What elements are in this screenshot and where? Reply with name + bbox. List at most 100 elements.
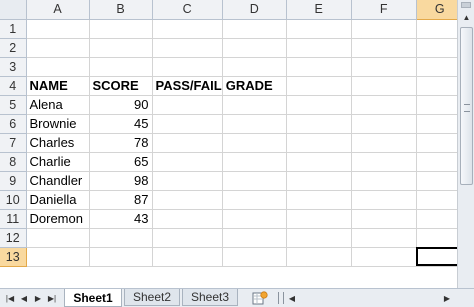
cell-e6[interactable] (286, 114, 352, 134)
pass-fail-cell[interactable] (152, 171, 223, 191)
row-header-7[interactable]: 7 (0, 133, 27, 153)
scroll-left-icon[interactable]: ◀ (286, 291, 298, 305)
cell-f8[interactable] (351, 152, 417, 172)
pass-fail-cell[interactable] (152, 209, 223, 229)
vertical-scrollbar[interactable]: ▲ (457, 0, 474, 288)
row-header-8[interactable]: 8 (0, 152, 27, 172)
grade-cell[interactable] (222, 190, 287, 210)
tab-sheet2[interactable]: Sheet2 (124, 289, 180, 306)
first-sheet-icon[interactable]: |◀ (4, 291, 16, 305)
cell-a1[interactable] (26, 19, 90, 39)
cell-f10[interactable] (351, 190, 417, 210)
cell-d1[interactable] (222, 19, 287, 39)
cell-b12[interactable] (89, 228, 153, 248)
cell-f11[interactable] (351, 209, 417, 229)
grade-cell[interactable] (222, 133, 287, 153)
cell-b1[interactable] (89, 19, 153, 39)
pass-fail-cell[interactable] (152, 152, 223, 172)
last-sheet-icon[interactable]: ▶| (46, 291, 58, 305)
scroll-up-icon[interactable]: ▲ (460, 10, 473, 24)
pass-fail-cell[interactable] (152, 133, 223, 153)
name-header-cell[interactable]: NAME (26, 76, 90, 96)
pass-fail-header-cell[interactable]: PASS/FAIL (152, 76, 223, 96)
grade-cell[interactable] (222, 95, 287, 115)
name-cell[interactable]: Brownie (26, 114, 90, 134)
column-header-b[interactable]: B (89, 0, 153, 20)
cell-e9[interactable] (286, 171, 352, 191)
grade-cell[interactable] (222, 152, 287, 172)
row-header-1[interactable]: 1 (0, 19, 27, 39)
column-header-a[interactable]: A (26, 0, 90, 20)
cell-d13[interactable] (222, 247, 287, 267)
score-cell[interactable]: 87 (89, 190, 153, 210)
cell-f9[interactable] (351, 171, 417, 191)
cell-c1[interactable] (152, 19, 223, 39)
name-cell[interactable]: Alena (26, 95, 90, 115)
cell-f12[interactable] (351, 228, 417, 248)
insert-sheet-icon[interactable] (250, 290, 270, 306)
cell-b3[interactable] (89, 57, 153, 77)
name-cell[interactable]: Charles (26, 133, 90, 153)
row-header-4[interactable]: 4 (0, 76, 27, 96)
cell-a3[interactable] (26, 57, 90, 77)
cell-e7[interactable] (286, 133, 352, 153)
column-header-e[interactable]: E (286, 0, 352, 20)
cell-f13[interactable] (351, 247, 417, 267)
tab-sheet3[interactable]: Sheet3 (182, 289, 238, 306)
row-header-5[interactable]: 5 (0, 95, 27, 115)
cell-e11[interactable] (286, 209, 352, 229)
cell-b13[interactable] (89, 247, 153, 267)
cell-e3[interactable] (286, 57, 352, 77)
scroll-right-icon[interactable]: ▶ (441, 291, 453, 305)
cell-e2[interactable] (286, 38, 352, 58)
cell-a13[interactable] (26, 247, 90, 267)
pass-fail-cell[interactable] (152, 190, 223, 210)
cell-f4[interactable] (351, 76, 417, 96)
select-all-corner[interactable] (0, 0, 27, 20)
name-cell[interactable]: Daniella (26, 190, 90, 210)
pass-fail-cell[interactable] (152, 114, 223, 134)
cell-e1[interactable] (286, 19, 352, 39)
row-header-10[interactable]: 10 (0, 190, 27, 210)
column-header-f[interactable]: F (351, 0, 417, 20)
cell-f6[interactable] (351, 114, 417, 134)
name-cell[interactable]: Doremon (26, 209, 90, 229)
cell-e12[interactable] (286, 228, 352, 248)
row-header-3[interactable]: 3 (0, 57, 27, 77)
cell-e10[interactable] (286, 190, 352, 210)
pass-fail-cell[interactable] (152, 95, 223, 115)
cell-d3[interactable] (222, 57, 287, 77)
cell-b2[interactable] (89, 38, 153, 58)
row-header-6[interactable]: 6 (0, 114, 27, 134)
cell-d12[interactable] (222, 228, 287, 248)
cell-f5[interactable] (351, 95, 417, 115)
row-header-2[interactable]: 2 (0, 38, 27, 58)
tab-sheet1[interactable]: Sheet1 (64, 289, 122, 307)
vertical-scroll-thumb[interactable] (460, 27, 473, 185)
score-cell[interactable]: 43 (89, 209, 153, 229)
cell-f3[interactable] (351, 57, 417, 77)
cell-a2[interactable] (26, 38, 90, 58)
score-cell[interactable]: 90 (89, 95, 153, 115)
next-sheet-icon[interactable]: ▶ (32, 291, 44, 305)
grade-header-cell[interactable]: GRADE (222, 76, 287, 96)
score-cell[interactable]: 45 (89, 114, 153, 134)
cell-e4[interactable] (286, 76, 352, 96)
grade-cell[interactable] (222, 209, 287, 229)
prev-sheet-icon[interactable]: ◀ (18, 291, 30, 305)
grade-cell[interactable] (222, 171, 287, 191)
cell-c13[interactable] (152, 247, 223, 267)
score-cell[interactable]: 65 (89, 152, 153, 172)
row-header-12[interactable]: 12 (0, 228, 27, 248)
cell-e5[interactable] (286, 95, 352, 115)
cell-f1[interactable] (351, 19, 417, 39)
row-header-11[interactable]: 11 (0, 209, 27, 229)
cell-c2[interactable] (152, 38, 223, 58)
cell-c3[interactable] (152, 57, 223, 77)
column-header-d[interactable]: D (222, 0, 287, 20)
cell-d2[interactable] (222, 38, 287, 58)
cell-f2[interactable] (351, 38, 417, 58)
split-box[interactable] (461, 2, 471, 8)
score-cell[interactable]: 78 (89, 133, 153, 153)
grade-cell[interactable] (222, 114, 287, 134)
